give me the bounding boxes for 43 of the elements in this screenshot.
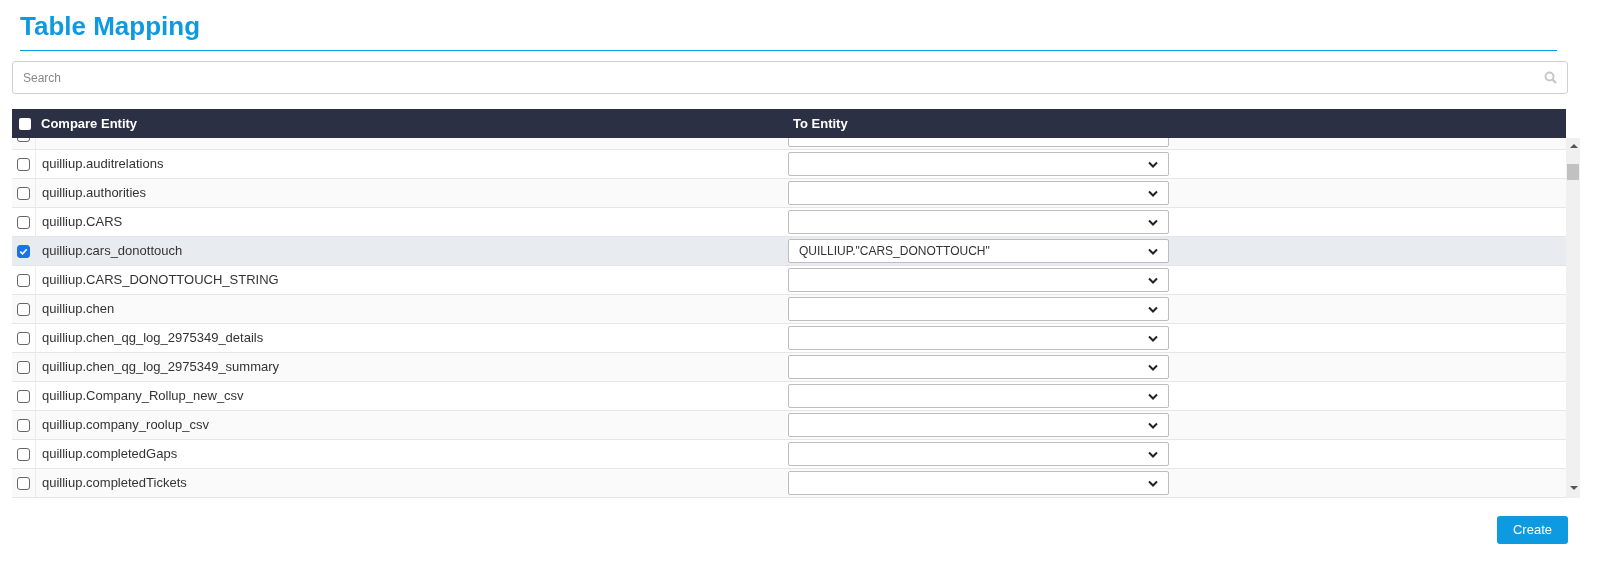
table-cell-text: quilliup.Company_Rollup_new_csv	[41, 387, 245, 406]
checkbox[interactable]	[17, 302, 30, 316]
dropdown[interactable]: QUILLIUP."CARS_DONOTTOUCH"	[788, 239, 1169, 263]
chevron-icon	[1148, 392, 1158, 400]
table-cell-text: quilliup.chen	[41, 300, 116, 319]
checkbox[interactable]	[17, 215, 30, 229]
column-header: Compare Entity	[41, 114, 139, 133]
checkbox[interactable]	[17, 389, 30, 403]
chevron-icon	[1148, 218, 1158, 226]
table-cell-text: quilliup.completedGaps	[41, 445, 179, 464]
checkbox[interactable]	[17, 360, 30, 374]
checkbox[interactable]	[17, 331, 30, 345]
table-cell-text: quilliup.company_roolup_csv	[41, 416, 210, 435]
checkbox[interactable]	[19, 117, 31, 130]
table-cell-text: quilliup.authorities	[41, 184, 148, 203]
page-title: Table Mapping	[20, 10, 202, 43]
checkbox[interactable]	[17, 418, 30, 432]
checkbox[interactable]	[17, 447, 30, 461]
chevron-icon	[1148, 276, 1158, 284]
checkbox[interactable]	[17, 476, 30, 490]
checkbox[interactable]	[17, 186, 30, 200]
scrollbar[interactable]	[1566, 138, 1580, 498]
chevron-icon	[1148, 305, 1158, 313]
table-cell-text: quilliup.chen_qg_log_2975349_details	[41, 329, 265, 348]
chevron-icon	[1148, 247, 1158, 255]
chevron-icon	[1148, 160, 1158, 168]
table-cell-text: quilliup.auditrelations	[41, 155, 165, 174]
column-header: To Entity	[793, 114, 848, 133]
chevron-icon	[1148, 334, 1158, 342]
search-icon	[1544, 71, 1557, 84]
table-cell-text: quilliup.CARS_DONOTTOUCH_STRING	[41, 271, 280, 290]
table-cell-text: quilliup.cars_donottouch	[41, 242, 184, 261]
chevron-icon	[1148, 479, 1158, 487]
table-cell-text: quilliup.completedTickets	[41, 474, 188, 493]
checkbox[interactable]	[17, 244, 30, 258]
table-cell-text: quilliup.chen_qg_log_2975349_summary	[41, 358, 281, 377]
checkbox[interactable]	[17, 157, 30, 171]
chevron-icon	[1148, 450, 1158, 458]
chevron-icon	[1148, 189, 1158, 197]
table-cell-text: quilliup.CARS	[41, 213, 124, 232]
checkbox[interactable]	[17, 273, 30, 287]
chevron-icon	[1148, 363, 1158, 371]
chevron-icon	[1148, 421, 1158, 429]
